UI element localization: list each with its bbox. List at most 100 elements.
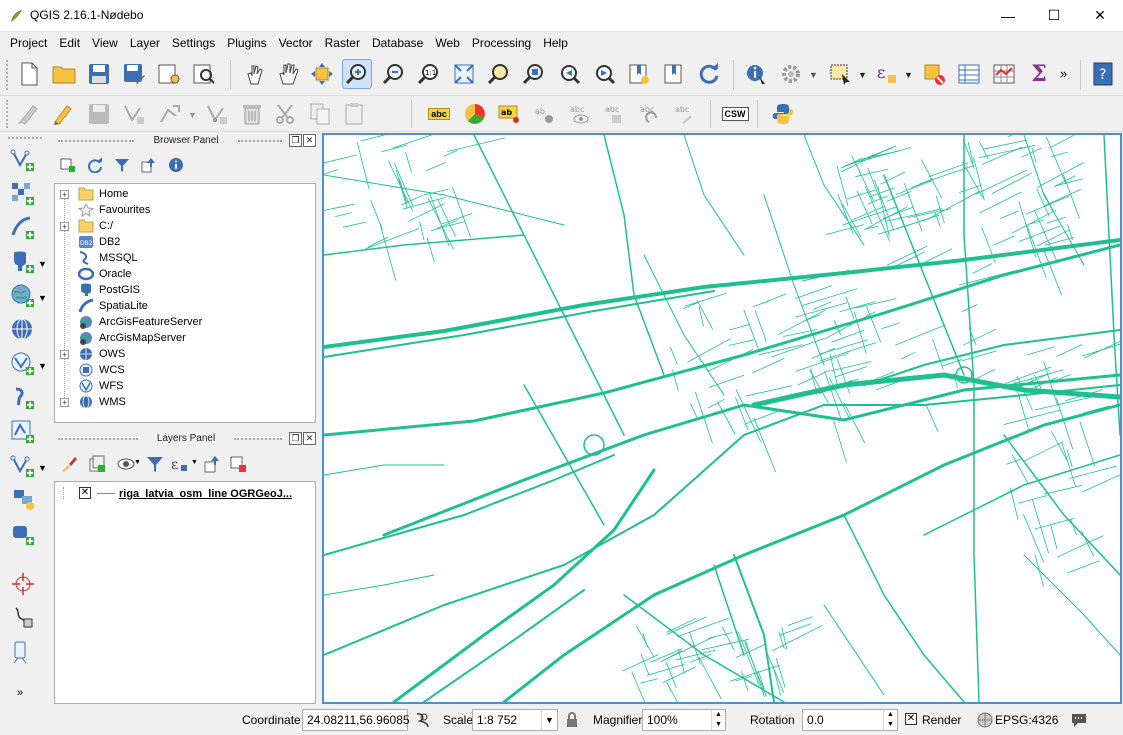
- messages-icon[interactable]: [1070, 711, 1088, 729]
- add-db2-layer-button[interactable]: [6, 417, 40, 447]
- menu-web[interactable]: Web: [429, 32, 465, 54]
- open-attribute-table-button[interactable]: [954, 59, 984, 89]
- help-button[interactable]: ?: [1088, 59, 1118, 89]
- menu-project[interactable]: Project: [4, 32, 53, 54]
- refresh-button[interactable]: [694, 59, 724, 89]
- menu-settings[interactable]: Settings: [166, 32, 221, 54]
- menu-help[interactable]: Help: [537, 32, 574, 54]
- add-raster-layer-button[interactable]: [6, 179, 40, 209]
- map-canvas[interactable]: [322, 133, 1122, 704]
- coordinate-field[interactable]: 24.08211,56.96085: [302, 709, 410, 731]
- menu-processing[interactable]: Processing: [466, 32, 537, 54]
- add-selected-layers-icon[interactable]: [60, 157, 76, 173]
- collapse-all-icon[interactable]: [141, 157, 157, 173]
- float-panel-button[interactable]: ❐: [289, 134, 302, 147]
- spin-arrows-icon[interactable]: ▲ ▼: [883, 710, 897, 730]
- expand-icon[interactable]: +: [60, 398, 69, 407]
- add-wfs-layer-button[interactable]: [6, 349, 40, 379]
- remove-layer-icon[interactable]: [229, 455, 247, 473]
- copy-features-button[interactable]: [305, 99, 335, 129]
- browser-item-db2[interactable]: DB2 DB2: [55, 234, 315, 250]
- pan-to-selection-button[interactable]: [307, 59, 337, 89]
- menu-vector[interactable]: Vector: [273, 32, 319, 54]
- browser-item-c-drive[interactable]: + C:/: [55, 218, 315, 234]
- magnifier-field[interactable]: 100% ▲ ▼: [642, 709, 726, 731]
- browser-item-favourites[interactable]: Favourites: [55, 202, 315, 218]
- browser-item-arcgis-feature-server[interactable]: ArcGisFeatureServer: [55, 314, 315, 330]
- spin-arrows-icon[interactable]: ▲ ▼: [711, 710, 725, 730]
- touch-zoom-pan-button[interactable]: [239, 59, 269, 89]
- highlight-pinned-labels-button[interactable]: abc: [565, 99, 595, 129]
- select-by-expression-button[interactable]: ε: [872, 59, 902, 89]
- add-oracle-layer-button[interactable]: [6, 383, 40, 413]
- composer-manager-button[interactable]: [189, 59, 219, 89]
- toolbar-expand-icon[interactable]: »: [17, 687, 23, 699]
- move-label-button[interactable]: abc: [600, 99, 630, 129]
- chevron-down-icon[interactable]: ▼: [809, 70, 818, 80]
- layer-visibility-checkbox[interactable]: ✕: [79, 487, 91, 499]
- styling-brush-icon[interactable]: [60, 455, 78, 473]
- chevron-down-icon[interactable]: ▼: [858, 70, 867, 80]
- change-label-button[interactable]: abc: [670, 99, 700, 129]
- add-postgis-layer-button[interactable]: [6, 247, 40, 277]
- new-project-button[interactable]: [14, 59, 44, 89]
- chevron-down-icon[interactable]: ▼: [904, 70, 913, 80]
- pan-map-button[interactable]: [273, 59, 303, 89]
- eye-icon[interactable]: [116, 455, 136, 473]
- minimize-button[interactable]: —: [985, 0, 1031, 31]
- float-panel-button[interactable]: ❐: [289, 432, 302, 445]
- close-button[interactable]: ✕: [1077, 0, 1123, 31]
- browser-item-home[interactable]: + Home: [55, 186, 315, 202]
- current-edits-button[interactable]: [14, 99, 44, 129]
- add-feature-button[interactable]: [119, 99, 149, 129]
- gps-tools-button[interactable]: [6, 637, 40, 667]
- zoom-out-button[interactable]: [379, 59, 409, 89]
- zoom-in-button[interactable]: [342, 59, 372, 89]
- add-group-icon[interactable]: [88, 455, 106, 473]
- statistical-summary-button[interactable]: [989, 59, 1019, 89]
- crs-globe-icon[interactable]: [977, 712, 993, 728]
- gps-trace-button[interactable]: [6, 603, 40, 633]
- add-mssql-layer-button[interactable]: [6, 485, 40, 515]
- new-print-composer-button[interactable]: [154, 59, 184, 89]
- menu-raster[interactable]: Raster: [319, 32, 366, 54]
- add-virtual-layer-button[interactable]: [6, 451, 40, 481]
- info-icon[interactable]: [168, 157, 184, 173]
- identify-features-button[interactable]: [741, 59, 771, 89]
- browser-item-wfs[interactable]: WFS: [55, 378, 315, 394]
- deselect-features-button[interactable]: [919, 59, 949, 89]
- expand-icon[interactable]: +: [60, 350, 69, 359]
- toolbar-grip[interactable]: [6, 100, 10, 128]
- zoom-to-layer-button[interactable]: [519, 59, 549, 89]
- chevron-down-icon[interactable]: ▼: [191, 459, 198, 466]
- browser-item-wms[interactable]: + WMS: [55, 394, 315, 410]
- zoom-full-button[interactable]: [449, 59, 479, 89]
- filter-legend-icon[interactable]: [146, 455, 164, 473]
- toggle-editing-button[interactable]: [48, 99, 78, 129]
- chevron-down-icon[interactable]: ▼: [188, 110, 197, 120]
- rotation-field[interactable]: 0.0 ▲ ▼: [802, 709, 898, 731]
- menu-database[interactable]: Database: [366, 32, 429, 54]
- show-hide-labels-button[interactable]: ab: [530, 99, 560, 129]
- zoom-next-button[interactable]: [589, 59, 619, 89]
- chevron-down-icon[interactable]: ▼: [38, 259, 47, 269]
- render-checkbox[interactable]: ✕: [905, 713, 917, 725]
- open-project-button[interactable]: [49, 59, 79, 89]
- filter-icon[interactable]: [114, 157, 130, 173]
- pin-labels-button[interactable]: ab: [495, 99, 525, 129]
- layer-row[interactable]: ✕ riga_latvia_osm_line OGRGeoJ...: [55, 484, 315, 502]
- filter-expression-icon[interactable]: ε: [170, 455, 190, 473]
- show-statistical-summary-button[interactable]: Σ: [1024, 59, 1054, 89]
- gps-capture-button[interactable]: [6, 569, 40, 599]
- layer-labeling-button[interactable]: abc: [424, 99, 454, 129]
- browser-item-mssql[interactable]: MSSQL: [55, 250, 315, 266]
- zoom-to-selection-button[interactable]: [484, 59, 514, 89]
- browser-item-oracle[interactable]: Oracle: [55, 266, 315, 282]
- move-feature-button[interactable]: [155, 99, 185, 129]
- browser-item-postgis[interactable]: PostGIS: [55, 282, 315, 298]
- menu-layer[interactable]: Layer: [124, 32, 166, 54]
- delete-selected-button[interactable]: [237, 99, 267, 129]
- toggle-extents-icon[interactable]: [414, 711, 432, 729]
- save-project-button[interactable]: [84, 59, 114, 89]
- menu-view[interactable]: View: [86, 32, 124, 54]
